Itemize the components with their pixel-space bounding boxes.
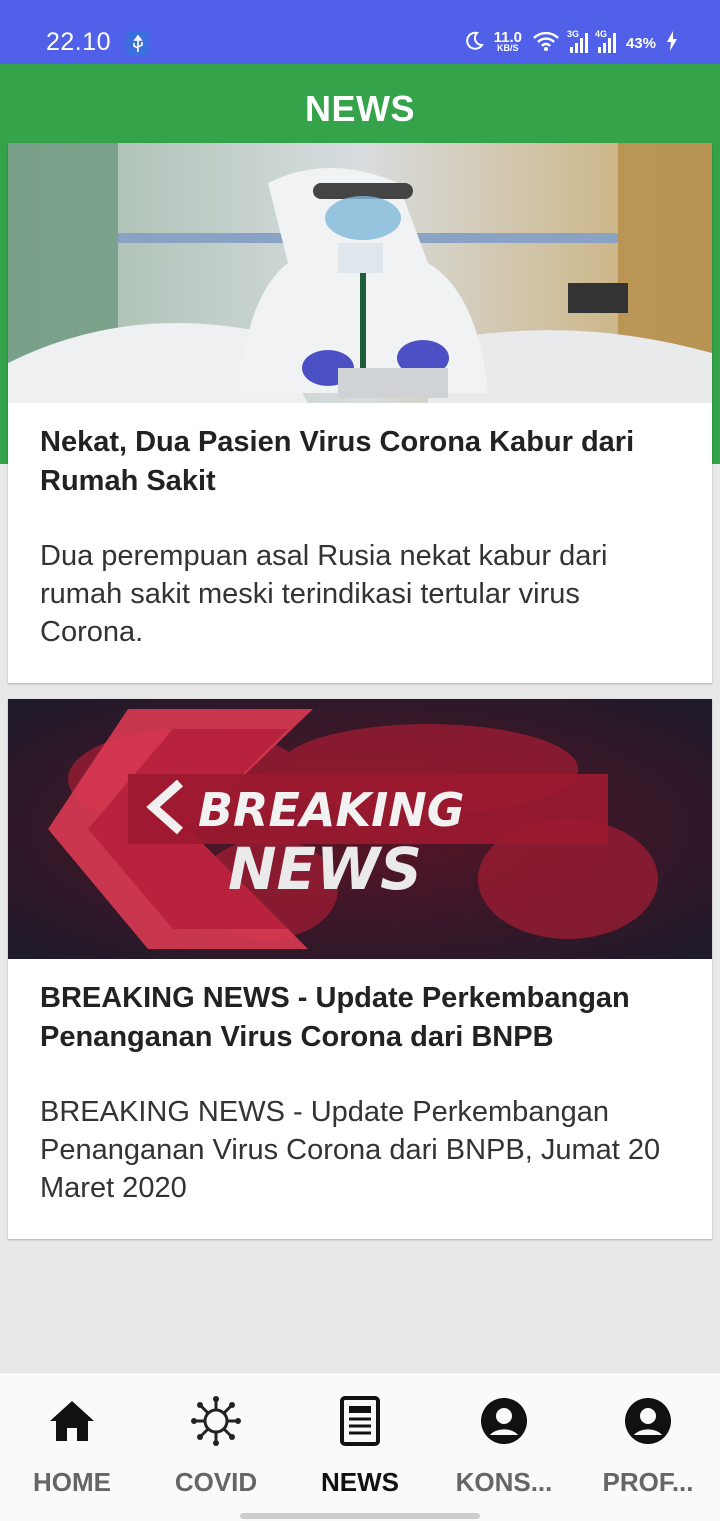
network-speed: 11.0 KB/S bbox=[493, 29, 522, 54]
article-title: BREAKING NEWS - Update Perkembangan Pena… bbox=[40, 982, 630, 1053]
nav-label-profile: PROF... bbox=[602, 1467, 694, 1497]
nav-label-covid: COVID bbox=[174, 1467, 258, 1497]
newspaper-icon bbox=[334, 1395, 386, 1447]
news-card[interactable]: Nekat, Dua Pasien Virus Corona Kabur dar… bbox=[8, 143, 712, 683]
nav-label-home: HOME bbox=[33, 1467, 111, 1497]
breaking-graphic-text-1: BREAKING bbox=[198, 783, 465, 837]
status-time: 22.10 bbox=[46, 28, 112, 56]
network-speed-unit: KB/S bbox=[497, 43, 519, 53]
wifi-icon bbox=[532, 30, 560, 56]
nav-label-news: NEWS bbox=[321, 1467, 399, 1497]
nav-news[interactable]: NEWS bbox=[288, 1373, 432, 1521]
hospital-photo bbox=[8, 143, 712, 403]
breaking-news-graphic: BREAKING NEWS bbox=[8, 699, 712, 959]
signal-4g-icon: 4G bbox=[595, 29, 616, 53]
status-bar: 22.10 11.0 KB/S 3G 4G 43% bbox=[0, 0, 720, 64]
page-title: NEWS bbox=[305, 88, 415, 129]
status-icons: 11.0 KB/S 3G 4G 43% bbox=[464, 29, 678, 56]
charging-icon bbox=[666, 30, 678, 56]
news-card[interactable]: BREAKING NEWS BREAKING NEWS - Update Per… bbox=[8, 699, 712, 1239]
nav-label-konsultasi: KONS... bbox=[455, 1467, 553, 1497]
home-indicator bbox=[240, 1513, 480, 1519]
article-title: Nekat, Dua Pasien Virus Corona Kabur dar… bbox=[40, 426, 635, 497]
nav-home[interactable]: HOME bbox=[0, 1373, 144, 1521]
user-icon bbox=[478, 1395, 530, 1447]
signal-3g-icon: 3G bbox=[567, 29, 588, 53]
battery-percent: 43% bbox=[625, 34, 656, 52]
moon-icon bbox=[464, 31, 484, 55]
nav-covid[interactable]: COVID bbox=[144, 1373, 288, 1521]
user-icon bbox=[622, 1395, 674, 1447]
signal-4g-label: 4G bbox=[594, 29, 607, 39]
signal-3g-label: 3G bbox=[566, 29, 579, 39]
nav-konsultasi[interactable]: KONS... bbox=[432, 1373, 576, 1521]
virus-icon bbox=[190, 1395, 242, 1447]
breaking-graphic-text-2: NEWS bbox=[228, 835, 422, 903]
usb-icon bbox=[126, 32, 150, 56]
article-description: BREAKING NEWS - Update Perkembangan Pena… bbox=[40, 1096, 661, 1204]
network-speed-value: 11.0 bbox=[493, 29, 522, 46]
home-icon bbox=[46, 1395, 98, 1447]
nav-profile[interactable]: PROF... bbox=[576, 1373, 720, 1521]
bottom-navigation: HOME COVID NEWS KONS... PROF... bbox=[0, 1372, 720, 1521]
article-description: Dua perempuan asal Rusia nekat kabur dar… bbox=[40, 540, 608, 648]
